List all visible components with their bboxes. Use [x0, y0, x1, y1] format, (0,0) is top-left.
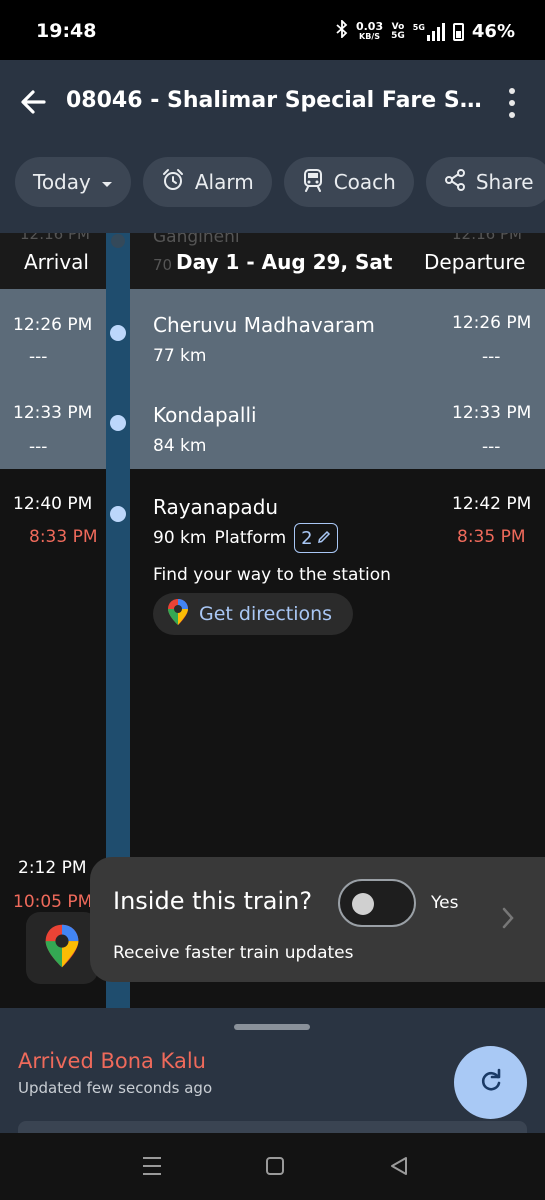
- battery-percent: 46%: [471, 21, 515, 42]
- arrived-status: Arrived Bona Kalu: [18, 1049, 206, 1073]
- arrival-status: ---: [29, 437, 48, 457]
- today-label: Today: [33, 170, 91, 194]
- departure-time: 12:42 PM: [452, 494, 532, 514]
- station-name: Cheruvu Madhavaram: [153, 313, 375, 337]
- station-name: Rayanapadu: [153, 495, 279, 519]
- status-icons: 0.03 KB/S Vo 5G 5G 46%: [336, 18, 515, 43]
- departure-time: 12:26 PM: [452, 313, 532, 333]
- chevron-down-icon: [101, 170, 113, 194]
- app-bar: [0, 60, 545, 233]
- platform-label: Platform: [214, 528, 287, 548]
- departure-time: 12:33 PM: [452, 403, 532, 423]
- find-way-text: Find your way to the station: [153, 565, 391, 585]
- departure-status: 8:35 PM: [457, 527, 526, 547]
- coach-label: Coach: [333, 170, 396, 194]
- prev-station-name: Gangineni: [153, 233, 240, 247]
- sheet-content-bar: [18, 1121, 527, 1133]
- prev-station-km: 70: [153, 256, 173, 274]
- share-icon: [444, 168, 466, 197]
- train-icon: [302, 168, 324, 197]
- volte-indicator: Vo 5G: [391, 21, 405, 41]
- station-name: Kondapalli: [153, 403, 257, 427]
- arrival-header: Arrival: [24, 250, 89, 274]
- train-title: 08046 - Shalimar Special Fare Speci...: [66, 88, 496, 113]
- alarm-clock-icon: [161, 168, 185, 197]
- refresh-button[interactable]: [454, 1046, 527, 1119]
- arrival-status: ---: [29, 347, 48, 367]
- kebab-menu-icon[interactable]: [504, 88, 520, 118]
- updated-text: Updated few seconds ago: [18, 1079, 213, 1097]
- inside-train-title: Inside this train?: [113, 887, 313, 915]
- battery-icon: [452, 22, 464, 41]
- platform-edit-button[interactable]: 2: [294, 523, 338, 553]
- back-triangle-icon[interactable]: [389, 1156, 409, 1180]
- chevron-right-icon[interactable]: [502, 907, 514, 933]
- bluetooth-icon: [336, 18, 348, 43]
- recents-icon[interactable]: [143, 1157, 161, 1175]
- station-dot: [110, 415, 126, 431]
- inside-train-card[interactable]: Inside this train? Yes Receive faster tr…: [90, 857, 545, 982]
- status-time: 19:48: [36, 20, 97, 42]
- platform-number: 2: [301, 527, 313, 549]
- arrival-time: 12:26 PM: [13, 315, 93, 335]
- today-chip[interactable]: Today: [15, 157, 131, 207]
- day-header: Day 1 - Aug 29, Sat: [176, 250, 393, 274]
- station-dot: [110, 325, 126, 341]
- prev-departure-time: 12:16 PM: [452, 233, 522, 243]
- action-chips: Today Alarm Coach Share: [15, 157, 545, 207]
- net-speed: 0.03 KB/S: [355, 19, 384, 41]
- inside-train-subtitle: Receive faster train updates: [113, 943, 354, 963]
- station-row[interactable]: 12:33 PM --- Kondapalli 84 km 12:33 PM -…: [0, 379, 545, 469]
- station-row[interactable]: 12:26 PM --- Cheruvu Madhavaram 77 km 12…: [0, 289, 545, 379]
- column-header: 12:16 PM Gangineni 70 12:16 PM Arrival D…: [0, 233, 545, 289]
- inside-train-toggle[interactable]: [338, 879, 416, 927]
- arrival-time: 12:33 PM: [13, 403, 93, 423]
- share-chip[interactable]: Share: [425, 157, 545, 207]
- station-dot: [110, 506, 126, 522]
- signal-icon: 5G: [413, 22, 445, 41]
- sheet-handle[interactable]: [234, 1024, 310, 1030]
- alarm-label: Alarm: [194, 170, 254, 194]
- refresh-icon: [478, 1068, 504, 1098]
- station-km: 84 km: [153, 436, 207, 456]
- station-km: 77 km: [153, 346, 207, 366]
- prev-arrival-time: 12:16 PM: [20, 233, 90, 243]
- departure-status: ---: [482, 437, 501, 457]
- get-directions-button[interactable]: Get directions: [153, 593, 353, 635]
- share-label: Share: [475, 170, 534, 194]
- get-directions-label: Get directions: [199, 603, 333, 625]
- arrow-left-icon[interactable]: [18, 86, 50, 118]
- map-pin-icon: [44, 923, 80, 973]
- arrival-time: 12:40 PM: [13, 494, 93, 514]
- status-bar: 19:48 0.03 KB/S Vo 5G 5G 46%: [0, 0, 545, 60]
- departure-header: Departure: [424, 250, 526, 274]
- prev-station-dot: [111, 234, 125, 248]
- arrival-status: 10:05 PM: [13, 892, 93, 912]
- toggle-label: Yes: [431, 893, 459, 913]
- maps-fab[interactable]: [26, 912, 98, 984]
- home-icon[interactable]: [266, 1157, 284, 1175]
- alarm-chip[interactable]: Alarm: [142, 157, 272, 207]
- departure-status: ---: [482, 347, 501, 367]
- coach-chip[interactable]: Coach: [283, 157, 414, 207]
- arrival-time: 2:12 PM: [18, 858, 87, 878]
- arrival-status: 8:33 PM: [29, 527, 98, 547]
- map-pin-icon: [167, 598, 189, 631]
- station-km: 90 km Platform 2: [153, 523, 338, 553]
- pencil-icon: [317, 528, 331, 549]
